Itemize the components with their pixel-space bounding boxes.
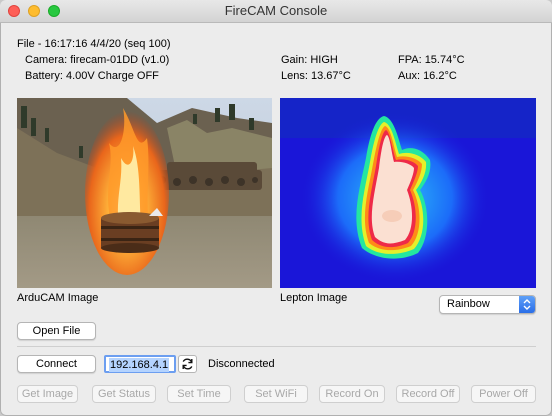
refresh-button[interactable] <box>178 355 197 373</box>
arducam-image-label: ArduCAM Image <box>17 292 99 304</box>
file-info-text: File - 16:17:16 4/4/20 (seq 100) <box>17 38 171 50</box>
palette-select-value: Rainbow <box>447 298 490 310</box>
fpa-temp-text: FPA: 15.74°C <box>398 54 465 66</box>
set-wifi-button[interactable]: Set WiFi <box>244 385 308 403</box>
camera-info-text: Camera: firecam-01DD (v1.0) <box>25 54 170 66</box>
get-status-button[interactable]: Get Status <box>92 385 156 403</box>
divider <box>17 346 536 347</box>
lepton-thermal-image <box>280 98 536 288</box>
palette-select[interactable]: Rainbow <box>439 295 536 314</box>
set-time-button[interactable]: Set Time <box>167 385 231 403</box>
chevron-updown-icon <box>519 296 535 313</box>
connection-status-text: Disconnected <box>208 358 275 370</box>
gain-info-text: Gain: HIGH <box>281 54 338 66</box>
connect-button[interactable]: Connect <box>17 355 96 373</box>
record-off-button[interactable]: Record Off <box>396 385 460 403</box>
power-off-button[interactable]: Power Off <box>471 385 536 403</box>
get-image-button[interactable]: Get Image <box>17 385 78 403</box>
open-file-button[interactable]: Open File <box>17 322 96 340</box>
window-title: FireCAM Console <box>224 3 328 18</box>
arducam-image <box>17 98 272 288</box>
title-bar: FireCAM Console <box>0 0 552 23</box>
lens-temp-text: Lens: 13.67°C <box>281 70 351 82</box>
refresh-icon <box>182 358 193 370</box>
lepton-image-label: Lepton Image <box>280 292 348 304</box>
app-window: FireCAM Console File - 16:17:16 4/4/20 (… <box>0 0 552 416</box>
battery-info-text: Battery: 4.00V Charge OFF <box>25 70 159 82</box>
ip-address-input[interactable]: 192.168.4.1 <box>104 355 176 373</box>
ip-address-value: 192.168.4.1 <box>109 358 170 372</box>
aux-temp-text: Aux: 16.2°C <box>398 70 457 82</box>
record-on-button[interactable]: Record On <box>319 385 385 403</box>
